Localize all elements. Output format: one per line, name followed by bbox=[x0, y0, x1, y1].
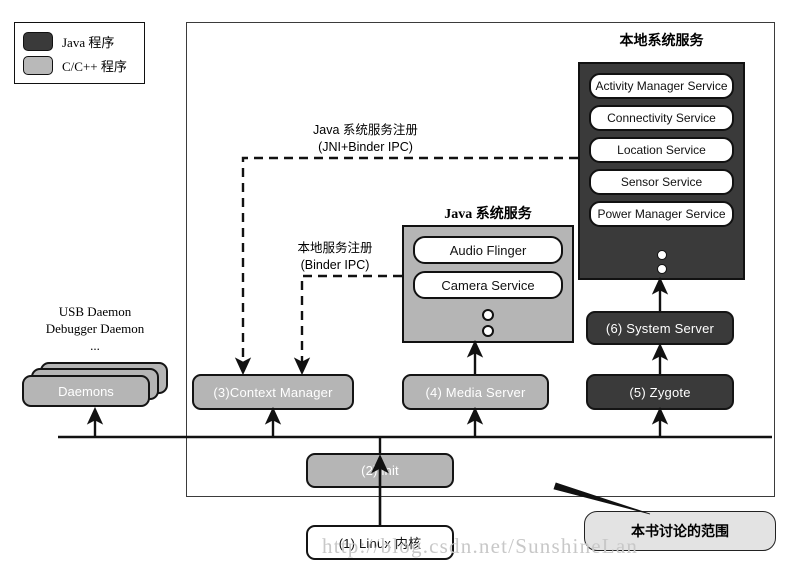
service-location: Location Service bbox=[589, 137, 734, 163]
process-context-manager[interactable]: (3)Context Manager bbox=[192, 374, 354, 410]
native-registration-line2: (Binder IPC) bbox=[300, 257, 370, 272]
process-media-server[interactable]: (4) Media Server bbox=[402, 374, 549, 410]
native-registration-annotation: 本地服务注册 (Binder IPC) bbox=[274, 240, 396, 273]
process-init[interactable]: (2) init bbox=[306, 453, 454, 488]
daemons-caption: USB Daemon Debugger Daemon ... bbox=[18, 303, 172, 354]
native-services-more-icon bbox=[580, 250, 743, 274]
java-registration-line1: Java 系统服务注册 bbox=[313, 123, 418, 137]
legend-label-java: Java 程序 bbox=[62, 34, 115, 50]
legend-label-cpp: C/C++ 程序 bbox=[62, 58, 127, 74]
service-power-manager: Power Manager Service bbox=[589, 201, 734, 227]
legend: Java 程序 C/C++ 程序 bbox=[14, 22, 145, 84]
legend-swatch-java-icon bbox=[23, 31, 53, 51]
watermark: http://blog.csdn.net/SunshineLan bbox=[322, 534, 639, 558]
legend-swatch-cpp-icon bbox=[23, 55, 53, 75]
daemons-caption-line1: USB Daemon bbox=[58, 304, 132, 319]
process-system-server[interactable]: (6) System Server bbox=[586, 311, 734, 345]
legend-item-java: Java 程序 bbox=[23, 29, 136, 53]
daemons-stack: Daemons bbox=[22, 362, 168, 410]
daemons-caption-line2: Debugger Daemon bbox=[45, 321, 145, 337]
native-services-title: 本地系统服务 bbox=[619, 34, 704, 49]
legend-item-cpp: C/C++ 程序 bbox=[23, 53, 136, 77]
java-registration-annotation: Java 系统服务注册 (JNI+Binder IPC) bbox=[258, 122, 473, 155]
service-audio-flinger: Audio Flinger bbox=[413, 236, 563, 264]
diagram-canvas: Java 程序 C/C++ 程序 本地系统服务 Activity Manager… bbox=[0, 0, 794, 574]
java-system-services-group: Audio Flinger Camera Service bbox=[402, 225, 574, 343]
process-zygote[interactable]: (5) Zygote bbox=[586, 374, 734, 410]
java-services-more-icon bbox=[404, 309, 572, 337]
java-services-title: Java 系统服务 bbox=[444, 207, 532, 222]
service-connectivity: Connectivity Service bbox=[589, 105, 734, 131]
daemons-stack-layer-front: Daemons bbox=[22, 375, 150, 407]
native-system-services-group: Activity Manager Service Connectivity Se… bbox=[578, 62, 745, 280]
service-sensor: Sensor Service bbox=[589, 169, 734, 195]
java-registration-line2: (JNI+Binder IPC) bbox=[318, 139, 413, 154]
service-camera: Camera Service bbox=[413, 271, 563, 299]
native-registration-line1: 本地服务注册 bbox=[297, 241, 373, 255]
daemons-caption-line3: ... bbox=[90, 338, 100, 354]
service-activity-manager: Activity Manager Service bbox=[589, 73, 734, 99]
